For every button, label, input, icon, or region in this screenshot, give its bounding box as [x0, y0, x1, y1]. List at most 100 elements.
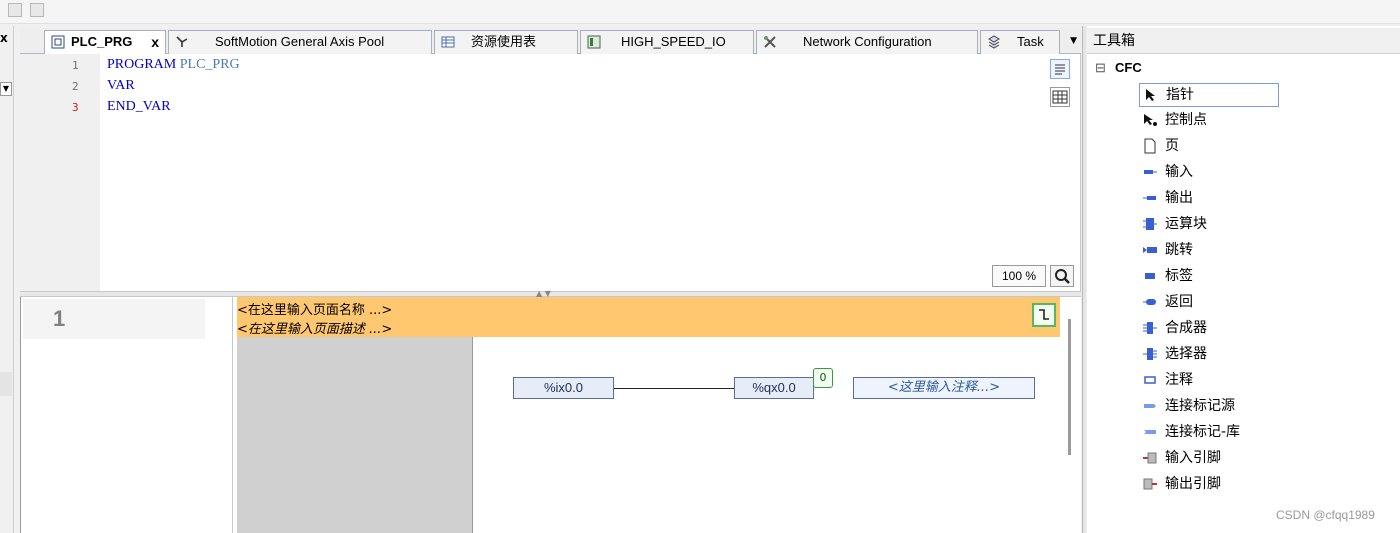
tab-network-configuration[interactable]: Network Configuration — [756, 30, 978, 54]
tab-resource-usage[interactable]: 资源使用表 — [434, 30, 578, 54]
toolbox-item-label: 控制点 — [1165, 112, 1207, 128]
comment-element[interactable]: <这里输入注释...> — [853, 377, 1035, 399]
input-element[interactable]: %ix0.0 — [513, 377, 614, 399]
toolbox-item-connection-mark-source[interactable]: 连接标记源 — [1139, 395, 1279, 419]
copy-icon[interactable] — [8, 3, 22, 17]
keyword: VAR — [107, 78, 135, 93]
toolbox-item-output-pin[interactable]: 输出引脚 — [1139, 473, 1279, 497]
jump-icon — [1143, 247, 1157, 253]
toolbox-item-input-pin[interactable]: 输入引脚 — [1139, 447, 1279, 471]
task-icon — [988, 35, 1000, 49]
toolbox-divider[interactable] — [1082, 26, 1086, 533]
toolbox-item-input[interactable]: 输入 — [1139, 161, 1279, 185]
tab-softmotion-axis-pool[interactable]: SoftMotion General Axis Pool — [168, 30, 432, 54]
toolbox-item-label: 返回 — [1165, 294, 1193, 310]
chevron-down-icon[interactable]: ▼ — [0, 82, 12, 96]
page-number[interactable]: 1 — [23, 299, 205, 339]
toolbox-item-control-point[interactable]: 控制点 — [1139, 109, 1279, 133]
input-pin-icon — [1143, 452, 1157, 464]
paste-icon[interactable] — [30, 3, 44, 17]
return-icon — [1143, 299, 1156, 305]
zoom-level[interactable]: 100 % — [992, 265, 1046, 287]
toolbox-item-label: 页 — [1165, 138, 1179, 154]
line-number: 3 — [72, 101, 79, 114]
toolbox-panel: 工具箱 ⊟ CFC 指针 控制点 页 输入 输出 运算块 跳转 标签 返回 合成… — [1087, 26, 1400, 533]
box-icon — [1143, 218, 1157, 230]
vertical-scrollbar[interactable] — [1068, 319, 1071, 455]
toolbox-item-label-element[interactable]: 标签 — [1139, 265, 1279, 289]
toolbox-item-output[interactable]: 输出 — [1139, 187, 1279, 211]
tab-plc-prg[interactable]: PLC_PRG x — [44, 30, 166, 55]
tab-label: 资源使用表 — [471, 34, 537, 49]
toolbox-item-jump[interactable]: 跳转 — [1139, 239, 1279, 263]
toolbox-item-label: 输入 — [1165, 164, 1193, 180]
output-pin-icon — [1143, 478, 1157, 490]
input-icon — [1144, 170, 1157, 174]
zoom-magnifier-icon[interactable] — [1050, 265, 1074, 287]
toolbox-item-label: 选择器 — [1165, 346, 1207, 362]
program-icon — [51, 35, 65, 49]
cfc-editor[interactable]: 1 <在这里输入页面名称 ...> <在这里输入页面描述 ...> %ix0.0… — [20, 297, 1081, 533]
output-element[interactable]: %qx0.0 — [734, 377, 814, 399]
output-icon — [1143, 196, 1156, 200]
line-number: 1 — [72, 59, 79, 72]
toolbox-item-connection-mark-sink[interactable]: 连接标记-库 — [1139, 421, 1279, 445]
code-line[interactable]: VAR — [107, 78, 135, 94]
collapse-icon[interactable]: ⊟ — [1095, 60, 1106, 76]
toolbox-item-pointer[interactable]: 指针 — [1139, 83, 1279, 107]
page-header[interactable]: <在这里输入页面名称 ...> <在这里输入页面描述 ...> — [237, 297, 1060, 337]
page-icon — [1144, 138, 1156, 154]
close-icon[interactable]: x — [0, 31, 8, 45]
keyword: PROGRAM — [107, 57, 177, 72]
connection-mark-source-icon — [1144, 404, 1156, 408]
tab-label: Network Configuration — [803, 34, 932, 49]
editor-tab-bar: PLC_PRG x SoftMotion General Axis Pool 资… — [20, 28, 1081, 55]
toolbox-item-comment[interactable]: 注释 — [1139, 369, 1279, 393]
keyword: END_VAR — [107, 99, 171, 114]
toolbox-item-label: 输出引脚 — [1165, 476, 1221, 492]
code-line[interactable]: END_VAR — [107, 99, 171, 115]
comment-icon — [1144, 376, 1156, 384]
connection-line[interactable] — [614, 388, 734, 389]
toolbox-group-cfc[interactable]: ⊟ CFC — [1095, 60, 1142, 78]
tab-high-speed-io[interactable]: HIGH_SPEED_IO — [580, 30, 754, 54]
toolbox-item-selector[interactable]: 选择器 — [1139, 343, 1279, 367]
tab-task[interactable]: Task — [980, 30, 1060, 54]
toolbox-item-label: 跳转 — [1165, 242, 1193, 258]
tools-icon — [764, 36, 776, 48]
tab-label: Task — [1017, 34, 1044, 49]
composer-icon — [1143, 322, 1157, 334]
toolbox-item-label: 输入引脚 — [1165, 450, 1221, 466]
tab-label: SoftMotion General Axis Pool — [215, 34, 385, 49]
page-navigator: 1 — [21, 297, 233, 533]
toolbox-item-page[interactable]: 页 — [1139, 135, 1279, 159]
top-toolbar — [0, 0, 1400, 24]
page-size-icon[interactable] — [1032, 303, 1056, 327]
left-panel-strip: x ▼ — [0, 26, 14, 533]
page-name-field[interactable]: <在这里输入页面名称 ...> — [237, 299, 392, 318]
toolbox-item-label: 运算块 — [1165, 216, 1207, 232]
label-icon — [1145, 273, 1155, 279]
watermark: CSDN @cfqq1989 — [1276, 508, 1375, 522]
toolbox-item-label: 合成器 — [1165, 320, 1207, 336]
toolbox-item-label: 连接标记-库 — [1165, 424, 1241, 440]
toolbox-item-label: 指针 — [1166, 87, 1194, 103]
table-view-icon[interactable] — [1050, 87, 1070, 107]
page-margin-area — [237, 337, 473, 533]
io-module-icon — [587, 35, 601, 49]
tab-overflow-chevron-icon[interactable]: ▼ — [1070, 36, 1077, 46]
pointer-icon — [1146, 89, 1155, 101]
toolbox-item-composer[interactable]: 合成器 — [1139, 317, 1279, 341]
declaration-editor[interactable]: 1 2 3 PROGRAM PLC_PRG VAR END_VAR 100 % — [20, 54, 1081, 291]
text-view-icon[interactable] — [1050, 59, 1070, 79]
tab-label: PLC_PRG — [71, 34, 133, 49]
tab-close-button[interactable]: x — [151, 31, 159, 53]
page-description-field[interactable]: <在这里输入页面描述 ...> — [237, 318, 392, 337]
toolbox-item-label: 注释 — [1165, 372, 1193, 388]
toolbox-item-return[interactable]: 返回 — [1139, 291, 1279, 315]
connection-mark-sink-icon — [1144, 430, 1156, 434]
code-line[interactable]: PROGRAM PLC_PRG — [107, 57, 240, 73]
toolbox-item-box[interactable]: 运算块 — [1139, 213, 1279, 237]
toolbox-title: 工具箱 — [1087, 28, 1400, 54]
toolbox-item-label: 连接标记源 — [1165, 398, 1235, 414]
